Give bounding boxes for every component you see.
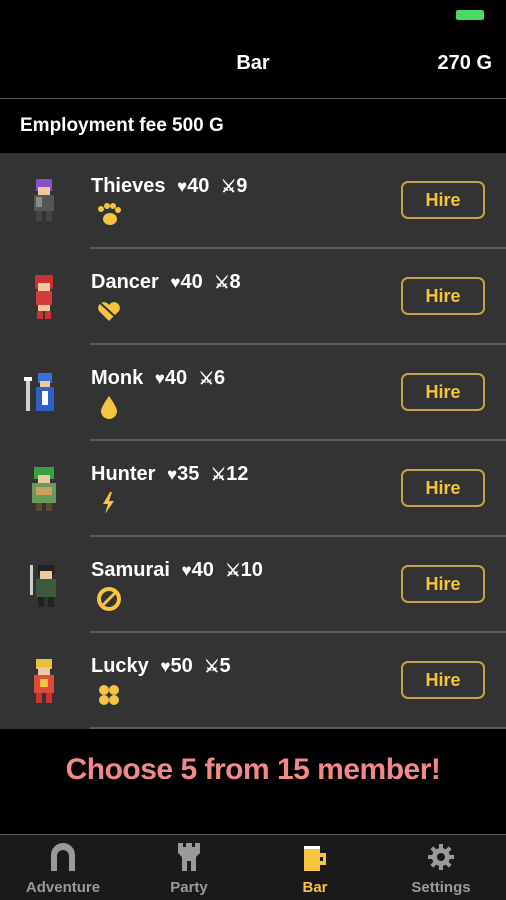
member-name-stats: Monk ♥40 ⚔6 <box>91 367 225 390</box>
gold-balance: 270 G <box>437 52 492 74</box>
gate-icon <box>51 843 75 871</box>
heart-icon: ♥ <box>181 561 192 580</box>
heart-icon: ♥ <box>160 657 171 676</box>
member-atk: 5 <box>219 655 231 677</box>
heart-arrow-icon <box>97 300 121 322</box>
heart-icon: ♥ <box>167 465 178 484</box>
member-row: Monk ♥40 ⚔6 Hire <box>0 345 506 441</box>
member-hp: 40 <box>180 271 203 293</box>
member-name-stats: Hunter ♥35 ⚔12 <box>91 463 248 486</box>
slash-circle-icon <box>97 587 121 611</box>
hire-button[interactable]: Hire <box>401 565 485 603</box>
clover-icon <box>99 685 119 705</box>
tab-bar: Adventure Party Bar Settings <box>0 835 506 900</box>
samurai-sprite-icon <box>30 565 56 607</box>
member-row: Dancer ♥40 ⚔8 Hire <box>0 249 506 345</box>
heart-icon: ♥ <box>154 369 165 388</box>
hire-button[interactable]: Hire <box>401 181 485 219</box>
promo-text: Choose 5 from 15 member! <box>65 753 441 786</box>
member-name-stats: Dancer ♥40 ⚔8 <box>91 271 241 294</box>
battery-icon <box>456 10 484 20</box>
lucky-sprite-icon <box>34 659 54 703</box>
member-hp: 40 <box>164 367 188 389</box>
member-row: Lucky ♥50 ⚔5 Hire <box>0 633 506 729</box>
member-hp: 35 <box>177 463 200 485</box>
member-atk: 6 <box>213 367 226 389</box>
mug-icon <box>304 846 326 871</box>
sword-icon: ⚔ <box>225 561 241 580</box>
hunter-sprite-icon <box>32 467 56 511</box>
tab-label: Bar <box>302 879 328 896</box>
paw-icon <box>98 203 121 225</box>
gear-icon <box>428 844 454 870</box>
tab-label: Party <box>170 879 208 896</box>
sword-icon: ⚔ <box>198 369 214 388</box>
sword-icon: ⚔ <box>210 465 227 484</box>
member-atk: 9 <box>236 175 248 197</box>
member-row: Hunter ♥35 ⚔12 Hire <box>0 441 506 537</box>
member-hp: 40 <box>191 559 214 581</box>
hire-button[interactable]: Hire <box>401 661 485 699</box>
droplet-icon <box>101 396 117 419</box>
monk-sprite-icon <box>24 373 54 411</box>
header: Bar 270 G <box>0 30 506 99</box>
tab-label: Settings <box>411 879 471 896</box>
tab-party[interactable]: Party <box>126 835 252 900</box>
member-row: Thieves ♥40 ⚔9 Hire <box>0 153 506 249</box>
hire-button[interactable]: Hire <box>401 469 485 507</box>
status-bar <box>0 0 506 30</box>
member-atk: 12 <box>226 463 249 485</box>
sword-icon: ⚔ <box>204 657 220 676</box>
heart-icon: ♥ <box>177 177 188 196</box>
member-name: Lucky <box>91 655 149 677</box>
tab-bar-active[interactable]: Bar <box>252 835 378 900</box>
employment-fee-label: Employment fee 500 G <box>20 115 224 136</box>
thief-sprite-icon <box>34 179 54 221</box>
member-name: Thieves <box>91 175 166 197</box>
tab-label: Adventure <box>25 879 101 896</box>
sword-icon: ⚔ <box>220 177 237 196</box>
lightning-icon <box>103 492 114 514</box>
sword-icon: ⚔ <box>214 273 230 292</box>
hire-button[interactable]: Hire <box>401 277 485 315</box>
member-atk: 8 <box>229 271 241 293</box>
page-title: Bar <box>236 52 270 74</box>
promo-banner[interactable]: Choose 5 from 15 member! <box>0 729 506 835</box>
member-name-stats: Samurai ♥40 ⚔10 <box>91 559 263 582</box>
member-hp: 40 <box>187 175 210 197</box>
employment-fee-bar: Employment fee 500 G <box>0 99 506 153</box>
tower-icon <box>178 843 200 871</box>
member-name: Samurai <box>91 559 170 581</box>
member-name: Hunter <box>91 463 156 485</box>
member-name: Monk <box>91 367 144 389</box>
member-row: Samurai ♥40 ⚔10 Hire <box>0 537 506 633</box>
member-name-stats: Lucky ♥50 ⚔5 <box>91 655 231 678</box>
tab-adventure[interactable]: Adventure <box>0 835 126 900</box>
hire-button[interactable]: Hire <box>401 373 485 411</box>
tab-settings[interactable]: Settings <box>378 835 504 900</box>
member-name-stats: Thieves ♥40 ⚔9 <box>91 175 247 198</box>
member-atk: 10 <box>240 559 263 581</box>
member-hp: 50 <box>170 655 193 677</box>
member-name: Dancer <box>91 271 159 293</box>
dancer-sprite-icon <box>35 275 53 319</box>
member-list[interactable]: Thieves ♥40 ⚔9 Hire Dancer ♥40 ⚔8 Hire M… <box>0 153 506 729</box>
heart-icon: ♥ <box>170 273 181 292</box>
